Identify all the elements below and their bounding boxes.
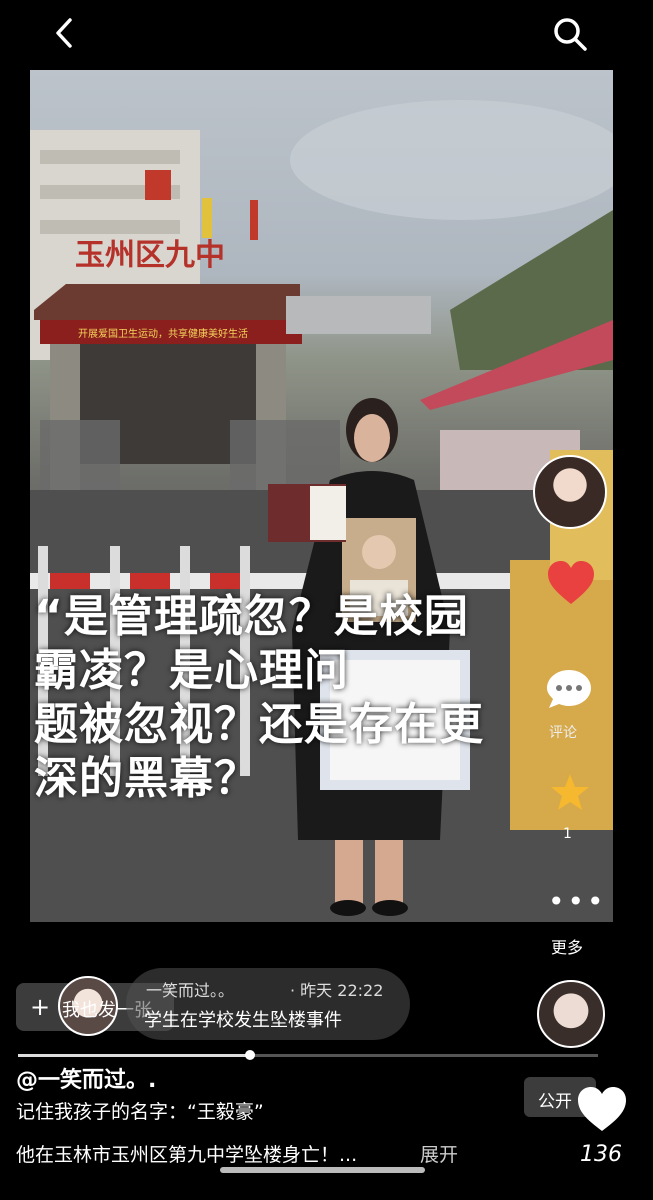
bubble-timestamp: · 昨天 22:22	[290, 981, 384, 1000]
home-indicator	[220, 1167, 425, 1173]
bubble-text: 学生在学校发生坠楼事件	[144, 1010, 342, 1031]
caption-line-2: 他在玉林市玉州区第九中学坠楼身亡！...	[16, 1144, 358, 1166]
star-count: 1	[563, 826, 572, 842]
gate-banner: 开展爱国卫生运动，共享健康美好生活	[78, 327, 248, 340]
overlay-caption: “是管理疏忽？是校园 霸凌？是心理问 题被忽视？还是存在更 深的黑幕？	[34, 590, 609, 806]
overlay-line-1: “是管理疏忽？是校园	[34, 591, 469, 642]
overlay-line-4: 深的黑幕？	[34, 753, 259, 804]
star-icon[interactable]	[550, 772, 590, 812]
like-icon[interactable]	[576, 1085, 628, 1133]
comment-icon[interactable]	[545, 668, 593, 710]
overlay-line-2: 霸凌？是心理问	[34, 645, 349, 696]
school-name-sign: 玉州区九中	[75, 238, 225, 273]
expand-link[interactable]: 展开	[420, 1140, 458, 1167]
back-icon[interactable]	[50, 16, 80, 50]
progress-handle[interactable]	[245, 1050, 255, 1060]
progress-fill	[18, 1054, 250, 1057]
comment-label: 评论	[549, 725, 577, 741]
author-avatar[interactable]	[533, 455, 607, 529]
caption-line-1: 记住我孩子的名字：“王毅豪”	[16, 1101, 264, 1123]
author-name[interactable]: @一笑而过。.	[16, 1062, 156, 1094]
like-count: 136	[580, 1142, 622, 1167]
bubble-username: 一笑而过。。	[146, 981, 235, 1000]
heart-icon[interactable]	[546, 560, 596, 606]
right-avatar[interactable]	[537, 980, 605, 1048]
more-icon[interactable]: •••	[548, 888, 607, 916]
more-label[interactable]: 更多	[551, 934, 583, 958]
search-icon[interactable]	[550, 14, 590, 54]
overlay-line-3: 题被忽视？还是存在更	[34, 699, 484, 750]
visibility-label: 公开	[538, 1092, 572, 1112]
plus-icon[interactable]: +	[30, 993, 50, 1021]
